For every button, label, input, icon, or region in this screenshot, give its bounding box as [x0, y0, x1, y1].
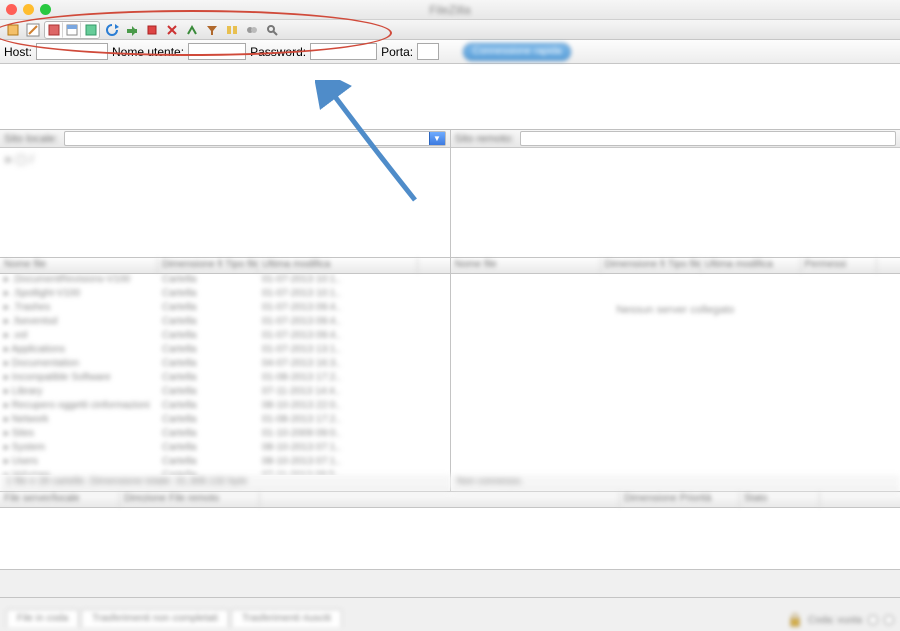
remote-list-header[interactable]: Nome file Dimensione fi Tipo file Ultima… — [451, 258, 900, 274]
username-label: Nome utente: — [112, 45, 184, 59]
port-label: Porta: — [381, 45, 413, 59]
table-row[interactable]: ▸ LibraryCartella07-11-2013 14:4.. — [0, 386, 450, 400]
tcol-direction[interactable]: Direzione File remoto — [120, 492, 260, 507]
activity-indicator-icon — [884, 615, 894, 625]
quickconnect-bar: Host: Nome utente: Password: Porta: Conn… — [0, 40, 900, 64]
compare-icon[interactable] — [223, 21, 240, 38]
lists-splitter: Nome file Dimensione fi Tipo file Ultima… — [0, 258, 900, 492]
local-list-header[interactable]: Nome file Dimensione fi Tipo file Ultima… — [0, 258, 450, 274]
table-row[interactable]: ▸ SitesCartella01-10-2009 09:0.. — [0, 428, 450, 442]
refresh-icon[interactable] — [103, 21, 120, 38]
username-input[interactable] — [188, 43, 246, 60]
site-manager-icon[interactable] — [4, 21, 21, 38]
tree-splitter: Sito locale: ▼ ▸ ▢ / Sito remoto: — [0, 130, 900, 258]
queue-label: Coda: vuota — [808, 615, 862, 626]
local-list-pane: Nome file Dimensione fi Tipo file Ultima… — [0, 258, 450, 491]
disconnect-icon[interactable] — [163, 21, 180, 38]
table-row[interactable]: ▸ DocumentationCartella04-07-2013 16:3.. — [0, 358, 450, 372]
remote-tree[interactable] — [451, 148, 900, 257]
local-tree[interactable]: ▸ ▢ / — [0, 148, 450, 257]
table-row[interactable]: ▸ .volCartella01-07-2013 09:4.. — [0, 330, 450, 344]
tcol-status[interactable]: Stato — [740, 492, 820, 507]
process-queue-icon[interactable] — [123, 21, 140, 38]
window-title: FileZilla — [429, 3, 470, 17]
col-modified[interactable]: Ultima modifica — [701, 258, 801, 273]
table-row[interactable]: ▸ ApplicationsCartella01-07-2013 13:1.. — [0, 344, 450, 358]
table-row[interactable]: ▸ Recupero oggetti cinformazioniCartella… — [0, 400, 450, 414]
tcol-localfile[interactable]: File server/locale — [0, 492, 120, 507]
table-row[interactable]: ▸ .fseventsdCartella01-07-2013 09:4.. — [0, 316, 450, 330]
transfer-header[interactable]: File server/locale Direzione File remoto… — [0, 492, 900, 508]
remote-status: Non connesso. — [451, 475, 900, 491]
host-input[interactable] — [36, 43, 108, 60]
titlebar: FileZilla — [0, 0, 900, 20]
activity-indicator-icon — [868, 615, 878, 625]
toggle-log-icon[interactable] — [45, 22, 63, 38]
table-row[interactable]: ▸ UsersCartella08-10-2013 07:1.. — [0, 456, 450, 470]
password-label: Password: — [250, 45, 306, 59]
remote-empty-message: Nessun server collegato — [451, 304, 900, 316]
local-site-label: Sito locale: — [4, 133, 58, 145]
table-row[interactable]: ▸ Incompatible SoftwareCartella01-08-201… — [0, 372, 450, 386]
tcol-spacer[interactable] — [260, 492, 620, 507]
remote-path-combo[interactable] — [520, 131, 896, 146]
col-modified[interactable]: Ultima modifica — [258, 258, 418, 273]
cancel-icon[interactable] — [143, 21, 160, 38]
remote-site-label: Sito remoto: — [455, 133, 514, 145]
port-input[interactable] — [417, 43, 439, 60]
table-row[interactable]: ▸ .TrashesCartella01-07-2013 09:4.. — [0, 302, 450, 316]
close-window-icon[interactable] — [6, 4, 17, 15]
table-row[interactable]: ▸ SystemCartella08-10-2013 07:1.. — [0, 442, 450, 456]
sync-browse-icon[interactable] — [243, 21, 260, 38]
reconnect-icon[interactable] — [183, 21, 200, 38]
tab-failed[interactable]: Trasferimenti non completati — [81, 609, 229, 627]
remote-tree-pane: Sito remoto: — [450, 130, 900, 257]
bottom-bar: File in coda Trasferimenti non completat… — [0, 597, 900, 631]
local-path-combo[interactable]: ▼ — [64, 131, 446, 146]
tab-queued[interactable]: File in coda — [6, 609, 79, 627]
lock-icon — [788, 613, 802, 627]
main-toolbar — [0, 20, 900, 40]
col-size-type[interactable]: Dimensione fi Tipo file — [158, 258, 258, 273]
window-controls — [6, 4, 51, 15]
tcol-size[interactable]: Dimensione Priorità — [620, 492, 740, 507]
zoom-window-icon[interactable] — [40, 4, 51, 15]
col-size-type[interactable]: Dimensione fi Tipo file — [601, 258, 701, 273]
col-name[interactable]: Nome file — [451, 258, 601, 273]
tab-successful[interactable]: Trasferimenti riusciti — [231, 609, 342, 627]
find-icon[interactable] — [263, 21, 280, 38]
host-label: Host: — [4, 45, 32, 59]
col-permissions[interactable]: Permessi — [801, 258, 877, 273]
local-status: 1 file e 28 cartelle. Dimensione totale:… — [0, 475, 450, 491]
view-toggle-group — [44, 21, 100, 39]
password-input[interactable] — [310, 43, 377, 60]
table-row[interactable]: ▸ NetworkCartella01-08-2013 17:2.. — [0, 414, 450, 428]
queue-indicator: Coda: vuota — [788, 613, 894, 627]
remote-list-pane: Nome file Dimensione fi Tipo file Ultima… — [450, 258, 900, 491]
toggle-queue-icon[interactable] — [81, 22, 99, 38]
edit-icon[interactable] — [24, 21, 41, 38]
quickconnect-button[interactable]: Connessione rapida — [463, 43, 571, 61]
chevron-down-icon[interactable]: ▼ — [429, 132, 445, 145]
filter-icon[interactable] — [203, 21, 220, 38]
table-row[interactable]: ▸ .Spotlight-V100Cartella01-07-2013 10:1… — [0, 288, 450, 302]
local-tree-pane: Sito locale: ▼ ▸ ▢ / — [0, 130, 450, 257]
col-name[interactable]: Nome file — [0, 258, 158, 273]
table-row[interactable]: ▸ .DocumentRevisions-V100Cartella01-07-2… — [0, 274, 450, 288]
local-file-list[interactable]: ▸ .DocumentRevisions-V100Cartella01-07-2… — [0, 274, 450, 475]
transfer-tabs: File in coda Trasferimenti non completat… — [6, 609, 342, 627]
remote-file-list[interactable]: Nessun server collegato — [451, 274, 900, 475]
message-log-pane[interactable] — [0, 64, 900, 130]
minimize-window-icon[interactable] — [23, 4, 34, 15]
transfer-queue-pane: File server/locale Direzione File remoto… — [0, 492, 900, 570]
toggle-tree-icon[interactable] — [63, 22, 81, 38]
